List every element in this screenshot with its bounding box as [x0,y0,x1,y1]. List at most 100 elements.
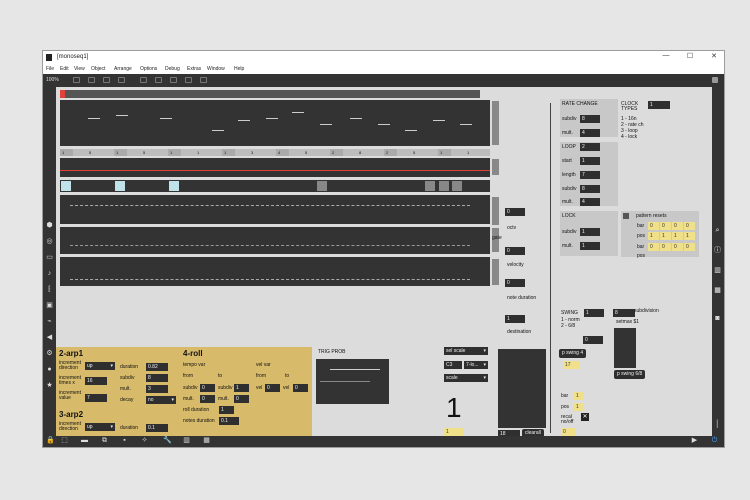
roll-subdiv-from[interactable]: 0 [200,384,215,392]
arp1-subdiv-number[interactable]: 8 [146,374,168,382]
roll-mult-to[interactable]: 0 [234,395,249,403]
note-number[interactable]: C3 [444,361,462,369]
speaker-icon[interactable]: ◀ [46,334,53,341]
octv-number[interactable]: 0 [505,208,525,216]
step-value[interactable]: 1 [114,149,127,156]
reset-bar-value[interactable]: 0 [660,222,671,230]
wrench-icon[interactable]: 🔧 [163,437,172,444]
menu-object[interactable]: Object [91,66,105,72]
menu-debug[interactable]: Debug [165,66,180,72]
position-bar[interactable] [60,90,480,98]
arp1-inc-val-number[interactable]: 7 [85,394,107,402]
redo-icon[interactable] [103,77,110,83]
step-value[interactable]: 1 [168,149,181,156]
octave-multislider[interactable] [60,158,490,177]
menu-extras[interactable]: Extras [187,66,201,72]
gear-icon[interactable]: ⚙ [46,350,53,357]
menu-help[interactable]: Help [234,66,244,72]
menu-edit[interactable]: Edit [60,66,69,72]
note-duration-number[interactable]: 0 [505,279,525,287]
step-value[interactable]: 5 [303,149,316,156]
setmax-message[interactable]: setmax $1 [616,319,639,325]
reset-bar-value[interactable]: 0 [660,243,671,251]
new-object-icon[interactable] [118,77,125,83]
velocity-number[interactable]: 0 [505,247,525,255]
step-matrix[interactable] [498,349,546,428]
roll-duration-number[interactable]: 1 [219,406,234,414]
step-value[interactable]: 2 [330,149,343,156]
arp2-duration-number[interactable]: 0.1 [146,424,168,432]
subdivision-number[interactable]: 8 [613,309,635,317]
arp1-decay-menu[interactable]: no [146,396,176,404]
clock-type-number[interactable]: 1 [648,101,670,109]
present-icon[interactable]: ▬ [81,437,88,444]
note-duration-multislider[interactable] [60,227,490,254]
menu-window[interactable]: Window [207,66,225,72]
patcher-canvas[interactable]: 1 5 1 5 1 1 1 3 4 5 2 8 2 5 1 1 0 octv g… [56,87,712,436]
notes-duration-number[interactable]: 0.1 [219,417,239,425]
step-value[interactable]: 1 [222,149,235,156]
swing-number[interactable]: 1 [584,309,604,317]
recall-bar-number[interactable]: 1 [574,392,584,400]
reset-pos-value[interactable]: 1 [660,232,671,240]
reset-pos-value[interactable]: 1 [648,232,659,240]
reset-bar-value[interactable]: 0 [684,222,695,230]
step-value[interactable]: 3 [249,149,262,156]
step-value[interactable]: 5 [411,149,424,156]
pointer-icon[interactable]: ⬚ [61,437,68,444]
roll-subdiv-to[interactable]: 1 [234,384,249,392]
loop-top-number[interactable]: 2 [580,143,600,151]
plus-icon[interactable] [185,77,192,83]
destination-number[interactable]: 1 [505,315,525,323]
pitch-range-slider[interactable] [492,101,499,145]
reset-pos-value[interactable]: 1 [684,232,695,240]
step-value[interactable]: 2 [384,149,397,156]
image-icon[interactable]: ▣ [46,302,53,309]
sel-scale-menu[interactable]: sel scale [444,347,488,355]
tiles-icon[interactable]: ▦ [203,437,210,444]
loop-mult-number[interactable]: 4 [580,198,600,206]
columns-icon[interactable]: ▥ [714,267,721,274]
step-value[interactable]: 4 [276,149,289,156]
notes-destin-number[interactable]: 1 [444,428,464,436]
new-icon[interactable] [73,77,80,83]
step-value[interactable]: 5 [87,149,100,156]
step-value[interactable]: 1 [438,149,451,156]
mode-menu[interactable]: 7-lo... [464,361,488,369]
target-icon[interactable]: ◎ [46,238,53,245]
music-note-icon[interactable]: ♪ [46,270,53,277]
list-icon[interactable]: ▭ [46,254,53,261]
align-icon[interactable] [155,77,162,83]
swing-slider[interactable] [614,328,636,368]
grid-icon[interactable]: ▪ [121,437,128,444]
help-icon[interactable] [170,77,177,83]
power-icon[interactable]: ⏻ [711,437,718,444]
reset-bar-value[interactable]: 0 [648,243,659,251]
swing-zero-number[interactable]: 0 [583,336,603,344]
recall-toggle[interactable]: ✕ [581,413,589,421]
reset-bar-value[interactable]: 0 [672,222,683,230]
volume-slider[interactable]: │ [714,421,721,428]
grid-icon[interactable]: ▦ [714,287,721,294]
undo-icon[interactable] [88,77,95,83]
velocity-range-slider[interactable] [492,197,499,225]
arp1-duration-number[interactable]: 0.82 [146,363,168,371]
cube-icon[interactable]: ⬢ [46,222,53,229]
info-icon[interactable]: ⓘ [714,247,721,254]
clearall-message[interactable]: clearall [522,429,544,436]
arp1-inc-times-number[interactable]: 16 [85,377,107,385]
recall-pos-number[interactable]: 1 [574,403,584,411]
store-index-number[interactable]: 18 [498,430,520,436]
menu-view[interactable]: View [74,66,85,72]
minimize-button[interactable]: — [660,52,672,59]
pattern-reset-button[interactable] [623,213,629,219]
roll-vel-to[interactable]: 0 [293,384,308,392]
maximize-button[interactable]: ☐ [684,52,696,60]
rate-mult-number[interactable]: 4 [580,129,600,137]
grid-toggle-icon[interactable] [140,77,147,83]
destination-multislider[interactable] [60,257,490,286]
patch-cord-icon[interactable]: ✧ [141,437,148,444]
reset-bar-value[interactable]: 0 [684,243,695,251]
zoom-menu[interactable]: 100% [46,77,59,83]
camera-icon[interactable]: ◙ [714,315,721,322]
